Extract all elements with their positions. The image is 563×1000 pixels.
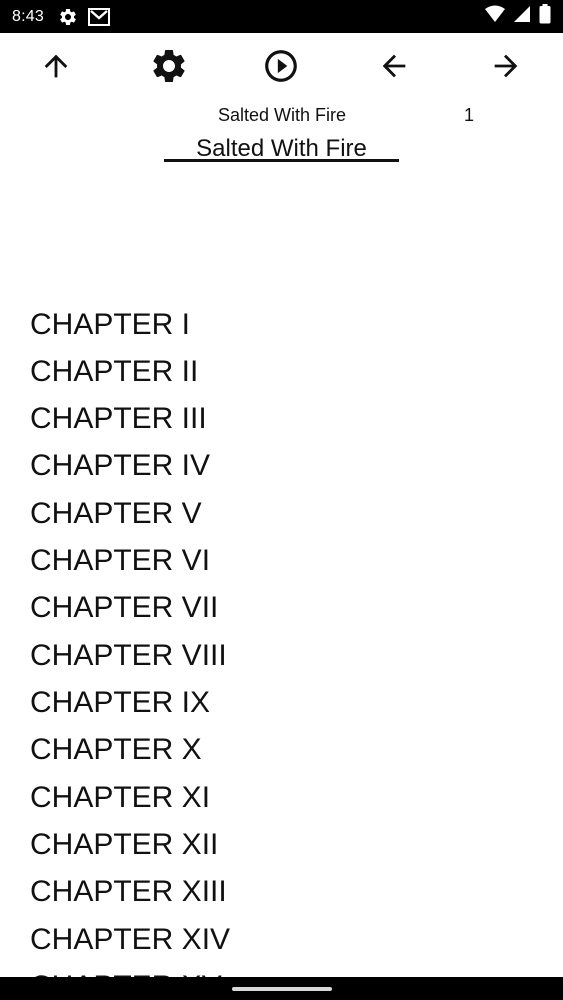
chapter-item[interactable]: CHAPTER V: [30, 492, 202, 536]
play-icon: [262, 47, 300, 90]
status-time: 8:43: [12, 7, 44, 25]
status-bar: 8:43: [0, 0, 563, 33]
chapter-item[interactable]: CHAPTER XIV: [30, 918, 230, 962]
next-button[interactable]: [478, 40, 534, 96]
status-indicators: [485, 4, 551, 29]
up-button[interactable]: [28, 40, 84, 96]
settings-button[interactable]: [141, 40, 197, 96]
toolbar: [0, 40, 563, 96]
book-title: Salted With Fire: [196, 138, 367, 159]
chapter-item[interactable]: CHAPTER XIII: [30, 870, 227, 914]
gear-icon: [58, 7, 78, 27]
chapter-item[interactable]: CHAPTER IX: [30, 681, 210, 725]
arrow-right-icon: [489, 49, 523, 88]
chapter-item[interactable]: CHAPTER I: [30, 303, 190, 347]
gear-icon: [149, 46, 189, 91]
page-number: 1: [463, 105, 474, 125]
chapter-item[interactable]: CHAPTER III: [30, 397, 207, 441]
chapter-item[interactable]: CHAPTER VII: [30, 586, 218, 630]
chapter-item[interactable]: CHAPTER II: [30, 350, 198, 394]
up-arrow-icon: [39, 49, 73, 88]
chapter-item[interactable]: CHAPTER XV: [30, 965, 222, 977]
chapter-item[interactable]: CHAPTER XII: [30, 823, 218, 867]
header-title: Salted With Fire: [217, 105, 347, 125]
chapter-item[interactable]: CHAPTER IV: [30, 444, 210, 488]
home-gesture-handle[interactable]: [232, 987, 332, 991]
chapter-item[interactable]: CHAPTER VI: [30, 539, 210, 583]
signal-icon: [513, 5, 531, 28]
chapter-list: CHAPTER I CHAPTER II CHAPTER III CHAPTER…: [0, 300, 563, 977]
gmail-icon: [87, 7, 110, 26]
play-button[interactable]: [253, 40, 309, 96]
chapter-item[interactable]: CHAPTER VIII: [30, 634, 227, 678]
previous-button[interactable]: [366, 40, 422, 96]
navigation-bar: [0, 977, 563, 1000]
title-underline: [164, 159, 399, 162]
chapter-item[interactable]: CHAPTER X: [30, 728, 202, 772]
chapter-item[interactable]: CHAPTER XI: [30, 776, 210, 820]
arrow-left-icon: [377, 49, 411, 88]
wifi-icon: [485, 5, 505, 28]
battery-icon: [539, 4, 551, 29]
